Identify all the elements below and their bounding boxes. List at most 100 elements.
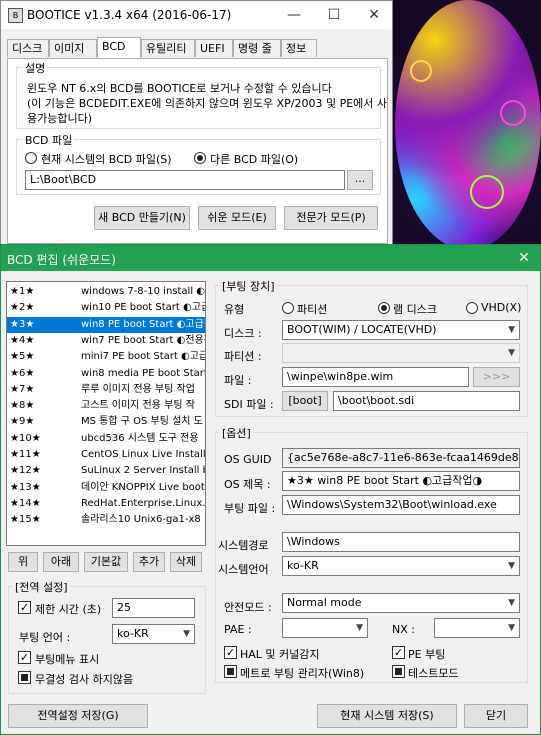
bcd-path-input[interactable]: L:\Boot\BCD [25, 170, 345, 190]
window-title: BOOTICE v1.3.4 x64 (2016-06-17) [27, 8, 232, 22]
boot-language-select[interactable]: ko-KR ▼ [112, 624, 195, 644]
other-bcd-label: 다른 BCD 파일(O) [210, 153, 299, 166]
easy-mode-button[interactable]: 쉬운 모드(E) [198, 206, 276, 230]
system-path-input[interactable]: \Windows [282, 532, 520, 552]
list-item[interactable]: ★1★ windows 7-8-10 install ◐전 [7, 284, 205, 300]
entry-name: mini7 PE boot Start ◐고급 [81, 351, 206, 363]
tab-image[interactable]: 이미지 [49, 39, 97, 57]
test-mode-checkbox[interactable] [392, 665, 405, 678]
close-button[interactable]: ✕ [354, 1, 394, 29]
options-group: [옵션] OS GUID {ac5e768e-a8c7-11e6-863e-fc… [215, 425, 528, 683]
list-item[interactable]: ★4★ win7 PE boot Start ◐전용작 [7, 333, 205, 349]
bcd-tab-panel: 설명 윈도우 NT 6.x의 BCD를 BOOTICE로 보거나 수정할 수 있… [7, 58, 388, 244]
list-item[interactable]: ★8★ 고스트 이미지 전용 부팅 작 [7, 398, 205, 414]
type-vhd-radio[interactable] [466, 302, 478, 314]
disk-select[interactable]: BOOT(WIM) / LOCATE(VHD) ▼ [282, 320, 520, 340]
tab-disk[interactable]: 디스크 [7, 39, 49, 57]
entry-number: ★5★ [10, 351, 35, 363]
file-input[interactable]: \winpe\win8pe.wim [282, 367, 469, 387]
entry-name: CentOS Linux Live Install l [81, 449, 206, 460]
sdi-boot-button[interactable]: [boot] [282, 391, 328, 411]
pe-boot-label: PE 부팅 [408, 648, 446, 661]
tab-bcd[interactable]: BCD [97, 37, 141, 58]
disk-value: BOOT(WIM) / LOCATE(VHD) [287, 323, 437, 336]
hal-checkbox[interactable] [224, 646, 237, 659]
hal-label: HAL 및 커널감지 [240, 648, 320, 661]
entry-number: ★11★ [10, 449, 41, 460]
show-menu-checkbox[interactable] [18, 651, 31, 664]
metro-label: 메트로 부팅 관리자(Win8) [240, 667, 365, 680]
list-item[interactable]: ★6★ win8 media PE boot Start [7, 366, 205, 382]
maximize-button[interactable]: ☐ [314, 1, 354, 29]
os-title-input[interactable]: ★3★ win8 PE boot Start ◐고급작업◑ [282, 471, 520, 491]
system-language-value: ko-KR [287, 559, 319, 572]
tab-uefi[interactable]: UEFI [195, 39, 233, 57]
save-current-button[interactable]: 현재 시스템 저장(S) [317, 704, 457, 728]
current-bcd-radio[interactable] [25, 152, 37, 164]
editor-close-icon[interactable]: ✕ [508, 245, 540, 271]
boot-entry-list[interactable]: ★1★ windows 7-8-10 install ◐전 ★2★ win10 PE … [6, 281, 206, 546]
save-global-button[interactable]: 전역설정 저장(G) [8, 704, 148, 728]
safe-mode-select[interactable]: Normal mode ▼ [282, 593, 520, 613]
move-down-button[interactable]: 아래 [43, 552, 79, 572]
description-group: 설명 윈도우 NT 6.x의 BCD를 BOOTICE로 보거나 수정할 수 있… [16, 60, 387, 129]
new-bcd-button[interactable]: 새 BCD 만들기(N) [94, 206, 190, 230]
chevron-down-icon: ▼ [508, 348, 515, 358]
boot-language-label: 부팅 언어 : [19, 631, 71, 644]
system-language-label: 시스템언어 [218, 563, 269, 576]
nx-select[interactable]: ▼ [434, 618, 520, 638]
entry-number: ★10★ [10, 432, 41, 444]
system-language-select[interactable]: ko-KR ▼ [282, 556, 520, 576]
entry-number: ★3★ [10, 318, 35, 330]
list-item[interactable]: ★9★ MS 통합 구 OS 부팅 설치 도 [7, 414, 205, 430]
description-line2: (이 기능은 BCDEDIT.EXE에 의존하지 않으며 윈도우 XP/2003… [27, 97, 388, 110]
list-item[interactable]: ★3★ win8 PE boot Start ◐고급작 [7, 316, 206, 333]
delete-entry-button[interactable]: 삭제 [170, 552, 202, 572]
pe-boot-checkbox[interactable] [392, 646, 405, 659]
tab-utility[interactable]: 유틸리티 [141, 39, 195, 57]
system-path-label: 시스템경로 [218, 539, 269, 552]
close-editor-button[interactable]: 닫기 [464, 704, 528, 728]
timeout-checkbox[interactable] [18, 601, 31, 614]
list-item[interactable]: ★12★ SuLinux 2 Server Install b [7, 463, 205, 479]
no-integrity-checkbox[interactable] [18, 671, 31, 684]
list-item[interactable]: ★11★ CentOS Linux Live Install l [7, 447, 205, 463]
type-partition-radio[interactable] [282, 302, 294, 314]
list-item[interactable]: ★13★ 데이안 KNOPPIX Live boot [7, 480, 205, 496]
entry-name: 루루 이미지 전용 부팅 작업 [81, 383, 195, 395]
list-item[interactable]: ★7★ 루루 이미지 전용 부팅 작업 [7, 382, 205, 398]
move-up-button[interactable]: 위 [8, 552, 38, 572]
list-item[interactable]: ★10★ ubcd536 시스템 도구 전용 [7, 431, 205, 447]
show-menu-label: 부팅메뉴 표시 [35, 653, 100, 666]
pae-select[interactable]: ▼ [282, 618, 368, 638]
list-item[interactable]: ★15★ 솔라리스10 Unix6-ga1-x8 [7, 512, 205, 528]
minimize-button[interactable]: — [274, 1, 314, 29]
timeout-input[interactable]: 25 [112, 598, 195, 618]
global-settings-group: [전역 설정] 제한 시간 (초) 25 부팅 언어 : ko-KR ▼ 부팅메뉴… [8, 579, 206, 694]
entry-number: ★13★ [10, 481, 41, 493]
add-entry-button[interactable]: 추가 [133, 552, 165, 572]
tab-info[interactable]: 정보 [281, 39, 317, 57]
list-item[interactable]: ★5★ mini7 PE boot Start ◐고급 [7, 349, 205, 365]
other-bcd-radio[interactable] [194, 152, 206, 164]
test-mode-label: 테스트모드 [408, 667, 459, 680]
list-item[interactable]: ★14★ RedHat.Enterprise.Linux.c [7, 496, 205, 512]
sdi-input[interactable]: \boot\boot.sdi [333, 391, 520, 411]
boot-file-input[interactable]: \Windows\System32\Boot\winload.exe [282, 495, 520, 515]
list-item[interactable]: ★2★ win10 PE boot Start ◐고급 [7, 300, 205, 316]
entry-name: 데이안 KNOPPIX Live boot [81, 481, 205, 493]
set-default-button[interactable]: 기본값 [84, 552, 128, 572]
no-integrity-label: 무결성 검사 하지않음 [35, 673, 134, 686]
bootice-window: B BOOTICE v1.3.4 x64 (2016-06-17) — ☐ ✕ … [0, 0, 393, 250]
file-browse-button[interactable]: >>> [473, 367, 520, 387]
tab-command-line[interactable]: 명령 줄 [233, 39, 281, 57]
partition-select[interactable]: ▼ [282, 343, 520, 363]
type-ramdisk-radio[interactable] [378, 302, 390, 314]
expert-mode-button[interactable]: 전문가 모드(P) [284, 206, 378, 230]
browse-bcd-button[interactable]: ... [347, 170, 373, 190]
entry-name: win8 PE boot Start ◐고급작 [81, 318, 206, 330]
os-guid-field[interactable]: {ac5e768e-a8c7-11e6-863e-fcaa1469de86} [282, 448, 520, 468]
boot-file-label: 부팅 파일 : [224, 502, 276, 515]
metro-checkbox[interactable] [224, 665, 237, 678]
editor-title: BCD 편집 (쉬운모드) [7, 253, 116, 267]
